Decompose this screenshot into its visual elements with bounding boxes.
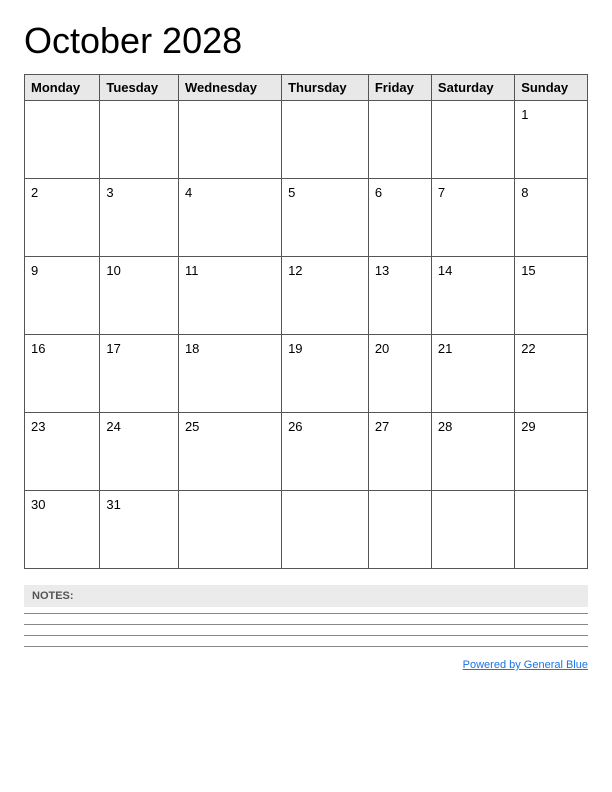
- calendar-cell: 19: [282, 335, 369, 413]
- calendar-cell: 4: [178, 179, 281, 257]
- calendar-cell: 24: [100, 413, 179, 491]
- calendar-header-cell: Thursday: [282, 75, 369, 101]
- day-number: 9: [31, 263, 38, 278]
- calendar-cell: 27: [368, 413, 431, 491]
- calendar-cell: [282, 101, 369, 179]
- calendar-header-cell: Tuesday: [100, 75, 179, 101]
- calendar-header-cell: Saturday: [431, 75, 514, 101]
- calendar-header-cell: Wednesday: [178, 75, 281, 101]
- calendar-header-row: MondayTuesdayWednesdayThursdayFridaySatu…: [25, 75, 588, 101]
- day-number: 7: [438, 185, 445, 200]
- calendar-row: 30 31: [25, 491, 588, 569]
- calendar-cell: 21: [431, 335, 514, 413]
- notes-section: NOTES:: [24, 585, 588, 647]
- calendar-cell: [178, 491, 281, 569]
- day-number: 11: [185, 263, 199, 278]
- calendar-cell: 18: [178, 335, 281, 413]
- calendar-cell: [25, 101, 100, 179]
- calendar-cell: [431, 101, 514, 179]
- day-number: 2: [31, 185, 38, 200]
- notes-line-1: [24, 613, 588, 614]
- calendar-cell: [100, 101, 179, 179]
- day-number: 8: [521, 185, 528, 200]
- calendar-header-cell: Friday: [368, 75, 431, 101]
- calendar-header-cell: Monday: [25, 75, 100, 101]
- calendar-cell: 14: [431, 257, 514, 335]
- calendar-cell: 31: [100, 491, 179, 569]
- calendar-row: 1: [25, 101, 588, 179]
- calendar-cell: 22: [515, 335, 588, 413]
- calendar-cell: 6: [368, 179, 431, 257]
- day-number: 31: [106, 497, 120, 512]
- page-title: October 2028: [24, 20, 588, 62]
- calendar-cell: 9: [25, 257, 100, 335]
- calendar-cell: [431, 491, 514, 569]
- calendar-row: 9 10 11 12 13 14 15: [25, 257, 588, 335]
- notes-line-3: [24, 635, 588, 636]
- calendar-cell: 2: [25, 179, 100, 257]
- day-number: 28: [438, 419, 452, 434]
- day-number: 24: [106, 419, 120, 434]
- day-number: 21: [438, 341, 452, 356]
- day-number: 17: [106, 341, 120, 356]
- day-number: 4: [185, 185, 192, 200]
- calendar-cell: 28: [431, 413, 514, 491]
- day-number: 23: [31, 419, 45, 434]
- day-number: 3: [106, 185, 113, 200]
- notes-line-2: [24, 624, 588, 625]
- day-number: 12: [288, 263, 302, 278]
- calendar-row: 2 3 4 5 6 7 8: [25, 179, 588, 257]
- day-number: 6: [375, 185, 382, 200]
- calendar-table: MondayTuesdayWednesdayThursdayFridaySatu…: [24, 74, 588, 569]
- calendar-cell: [368, 101, 431, 179]
- calendar-cell: 5: [282, 179, 369, 257]
- notes-label: NOTES:: [24, 585, 588, 607]
- day-number: 16: [31, 341, 45, 356]
- calendar-cell: 30: [25, 491, 100, 569]
- calendar-cell: 10: [100, 257, 179, 335]
- day-number: 20: [375, 341, 389, 356]
- calendar-cell: [178, 101, 281, 179]
- calendar-row: 23 24 25 26 27 28 29: [25, 413, 588, 491]
- calendar-cell: 29: [515, 413, 588, 491]
- day-number: 26: [288, 419, 302, 434]
- day-number: 30: [31, 497, 45, 512]
- day-number: 27: [375, 419, 389, 434]
- calendar-cell: [368, 491, 431, 569]
- notes-line-4: [24, 646, 588, 647]
- calendar-cell: 3: [100, 179, 179, 257]
- day-number: 5: [288, 185, 295, 200]
- calendar-cell: 12: [282, 257, 369, 335]
- calendar-row: 16 17 18 19 20 21 22: [25, 335, 588, 413]
- day-number: 1: [521, 107, 528, 122]
- calendar-cell: 16: [25, 335, 100, 413]
- calendar-cell: 13: [368, 257, 431, 335]
- powered-by: Powered by General Blue: [24, 659, 588, 671]
- day-number: 13: [375, 263, 389, 278]
- calendar-cell: 15: [515, 257, 588, 335]
- day-number: 22: [521, 341, 535, 356]
- calendar-cell: 11: [178, 257, 281, 335]
- calendar-cell: 1: [515, 101, 588, 179]
- day-number: 14: [438, 263, 452, 278]
- day-number: 18: [185, 341, 199, 356]
- day-number: 25: [185, 419, 199, 434]
- powered-by-link[interactable]: Powered by General Blue: [463, 659, 588, 671]
- calendar-cell: 25: [178, 413, 281, 491]
- calendar-header-cell: Sunday: [515, 75, 588, 101]
- calendar-cell: 23: [25, 413, 100, 491]
- day-number: 29: [521, 419, 535, 434]
- calendar-cell: 8: [515, 179, 588, 257]
- calendar-cell: 20: [368, 335, 431, 413]
- calendar-cell: 17: [100, 335, 179, 413]
- day-number: 19: [288, 341, 302, 356]
- day-number: 10: [106, 263, 120, 278]
- calendar-cell: 26: [282, 413, 369, 491]
- calendar-cell: 7: [431, 179, 514, 257]
- calendar-cell: [515, 491, 588, 569]
- day-number: 15: [521, 263, 535, 278]
- calendar-cell: [282, 491, 369, 569]
